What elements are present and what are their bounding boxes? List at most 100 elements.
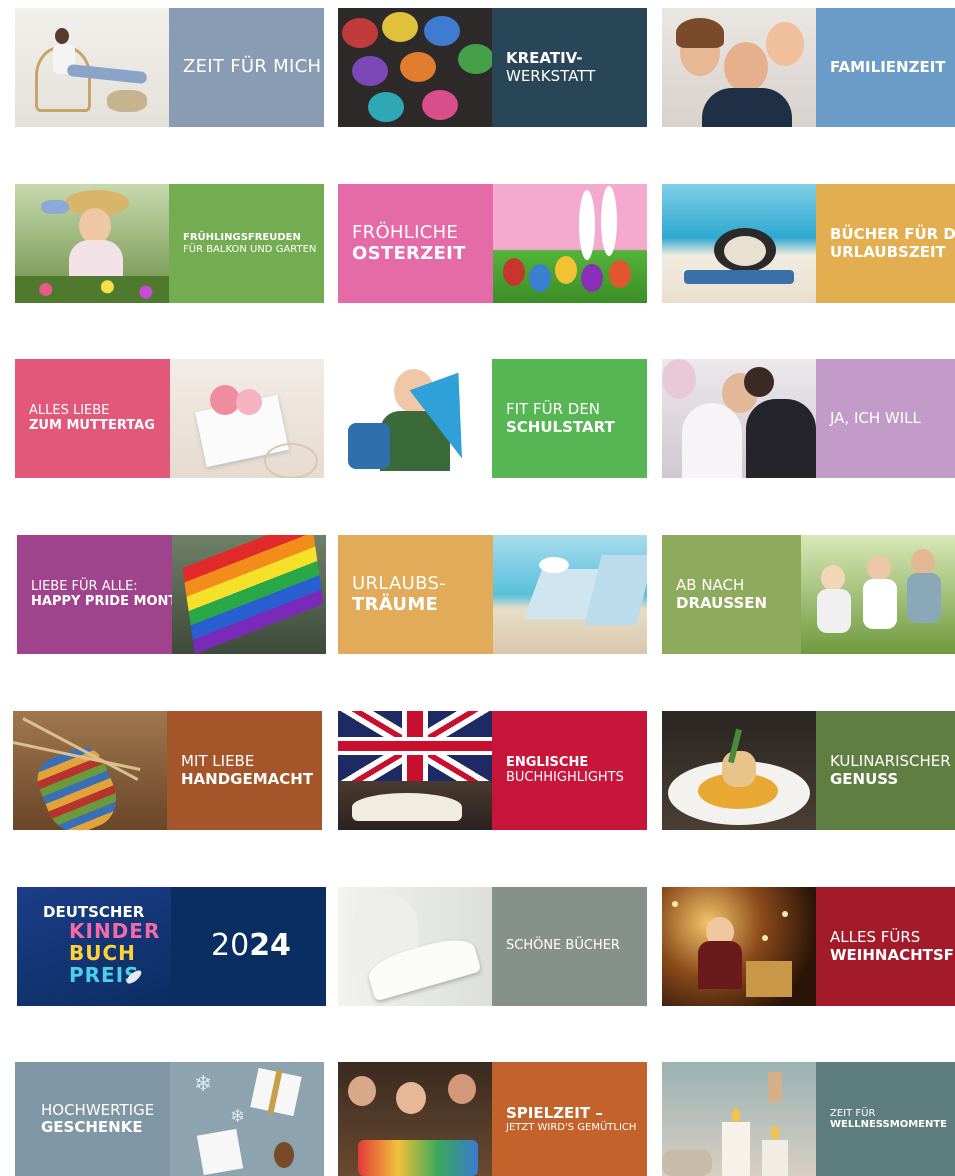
tile-label-line: ALLES FÜRS xyxy=(830,928,921,947)
tile-familienzeit[interactable]: FAMILIENZEIT xyxy=(662,8,955,127)
tile-handgemacht[interactable]: MIT LIEBE HANDGEMACHT xyxy=(13,711,322,830)
tile-label-line: FRÜHLINGSFREUDEN xyxy=(183,232,301,243)
tile-label-line: BÜCHER FÜR DIE xyxy=(830,225,955,244)
tile-label-line: TRÄUME xyxy=(352,593,439,615)
tile-spielzeit[interactable]: SPIELZEIT – JETZT WIRD'S GEMÜTLICH xyxy=(338,1062,647,1176)
tile-kreativ-werkstatt[interactable]: KREATIV- WERKSTATT xyxy=(338,8,647,127)
photo-candles xyxy=(662,1062,816,1176)
logo-line-3: BUCH xyxy=(69,941,136,965)
tile-schulstart[interactable]: FIT FÜR DEN SCHULSTART xyxy=(338,359,647,478)
tile-label-line: URLAUBS- xyxy=(352,572,446,594)
tile-text: BÜCHER FÜR DIEURLAUBSZEIT xyxy=(816,184,955,303)
tile-label-line: URLAUBSZEIT xyxy=(830,242,946,261)
tile-schoene-buecher[interactable]: SCHÖNE BÜCHER xyxy=(338,887,647,1006)
tile-ab-nach-draussen[interactable]: AB NACH DRAUSSEN xyxy=(662,535,955,654)
photo-family xyxy=(662,8,816,127)
tile-label-line: SCHULSTART xyxy=(506,417,615,436)
year-suffix: 24 xyxy=(249,928,291,964)
tile-hochwertige-geschenke[interactable]: HOCHWERTIGE GESCHENKE ❄ ❄ xyxy=(15,1062,324,1176)
tile-label-line: SCHÖNE BÜCHER xyxy=(506,938,620,954)
photo-knitting xyxy=(13,711,167,830)
tile-label-line: FIT FÜR DEN xyxy=(506,400,601,419)
tile-label-line: ALLES LIEBE xyxy=(29,402,110,418)
photo-gift-flowers xyxy=(170,359,324,478)
photo-family-running xyxy=(801,535,955,654)
tile-label-line: HAPPY PRIDE MONTH xyxy=(31,593,172,609)
tile-label-line: WERKSTATT xyxy=(506,66,596,85)
tile-kulinarischer-genuss[interactable]: KULINARISCHER GENUSS xyxy=(662,711,955,830)
tile-text: KREATIV- WERKSTATT xyxy=(492,8,647,127)
tile-label-line: DRAUSSEN xyxy=(676,593,768,612)
tile-text: ZEIT FÜR MICH xyxy=(169,8,324,127)
tile-text: SPIELZEIT – JETZT WIRD'S GEMÜTLICH xyxy=(492,1062,647,1176)
tile-weihnachtsfest[interactable]: ALLES FÜRSWEIHNACHTSFEST xyxy=(662,887,955,1006)
tile-text: HOCHWERTIGE GESCHENKE xyxy=(15,1062,170,1176)
tile-text: URLAUBS- TRÄUME xyxy=(338,535,493,654)
tile-label-line: ENGLISCHE xyxy=(506,754,589,770)
logo-line-1: DEUTSCHER xyxy=(43,903,145,921)
photo-rainbow-flag xyxy=(172,535,326,654)
tile-label-line: ZEIT FÜR MICH xyxy=(183,56,322,78)
snowflake-icon: ❄ xyxy=(194,1072,213,1097)
tile-froehliche-osterzeit[interactable]: FRÖHLICHE OSTERZEIT xyxy=(338,184,647,303)
tile-label-line: OSTERZEIT xyxy=(352,242,466,264)
photo-woman-relaxing xyxy=(15,8,169,127)
photo-beach-reading xyxy=(662,184,816,303)
tile-label-line: WEIHNACHTSFEST xyxy=(830,945,955,964)
tile-label-line: ZEIT FÜR xyxy=(830,1107,876,1119)
photo-uk-flag-book xyxy=(338,711,492,830)
photo-friends-playing xyxy=(338,1062,492,1176)
tile-label-line: LIEBE FÜR ALLE: xyxy=(31,578,138,594)
tile-label-line: WELLNESSMOMENTE xyxy=(830,1119,948,1130)
tile-text: FAMILIENZEIT xyxy=(816,8,955,127)
logo-line-2: KINDER xyxy=(69,919,161,943)
tile-text: ALLES FÜRSWEIHNACHTSFEST xyxy=(816,887,955,1006)
tile-text: KULINARISCHER GENUSS xyxy=(816,711,955,830)
tile-label-line: GESCHENKE xyxy=(41,1118,143,1136)
snowflake-icon: ❄ xyxy=(230,1106,246,1127)
tile-fruehlingsfreuden[interactable]: FRÜHLINGSFREUDEN FÜR BALKON UND GARTEN xyxy=(15,184,324,303)
tile-label-line: GENUSS xyxy=(830,769,899,788)
tile-englische-buchhighlights[interactable]: ENGLISCHE BUCHHIGHLIGHTS xyxy=(338,711,647,830)
tile-muttertag[interactable]: ALLES LIEBE ZUM MUTTERTAG xyxy=(15,359,324,478)
tile-label-line: BUCHHIGHLIGHTS xyxy=(506,769,624,785)
photo-wedding-couple xyxy=(662,359,816,478)
tile-urlaubstraeume[interactable]: URLAUBS- TRÄUME xyxy=(338,535,647,654)
tile-kinderbuchpreis[interactable]: DEUTSCHER KINDER BUCH PREIS 2024 xyxy=(17,887,326,1006)
tile-ja-ich-will[interactable]: JA, ICH WILL xyxy=(662,359,955,478)
photo-beach-chairs xyxy=(493,535,647,654)
tile-label-line: HANDGEMACHT xyxy=(181,769,314,788)
tile-pride-month[interactable]: LIEBE FÜR ALLE:HAPPY PRIDE MONTH xyxy=(17,535,326,654)
year-prefix: 20 xyxy=(211,928,250,964)
tile-buecher-urlaubszeit[interactable]: BÜCHER FÜR DIEURLAUBSZEIT xyxy=(662,184,955,303)
tile-label-line: FRÖHLICHE xyxy=(352,221,459,243)
tile-text: LIEBE FÜR ALLE:HAPPY PRIDE MONTH xyxy=(17,535,172,654)
tile-text: ZEIT FÜR WELLNESSMOMENTE xyxy=(816,1062,955,1176)
tile-zeit-fuer-mich[interactable]: ZEIT FÜR MICH xyxy=(15,8,324,127)
tile-label-line: AB NACH xyxy=(676,576,745,595)
tile-label-line: KREATIV- xyxy=(506,49,583,68)
tile-label-line: KULINARISCHER xyxy=(830,752,951,771)
tile-text: AB NACH DRAUSSEN xyxy=(662,535,801,654)
photo-gift-boxes: ❄ ❄ xyxy=(170,1062,324,1176)
tile-label-line: FAMILIENZEIT xyxy=(830,57,946,76)
tile-label-line: JA, ICH WILL xyxy=(830,408,921,427)
tile-text: ENGLISCHE BUCHHIGHLIGHTS xyxy=(492,711,647,830)
kinderbuchpreis-logo: DEUTSCHER KINDER BUCH PREIS xyxy=(17,887,171,1006)
tile-label-line: JETZT WIRD'S GEMÜTLICH xyxy=(506,1121,637,1133)
tile-text: FRÖHLICHE OSTERZEIT xyxy=(338,184,493,303)
tile-text: FRÜHLINGSFREUDEN FÜR BALKON UND GARTEN xyxy=(169,184,324,303)
photo-paint-cans xyxy=(338,8,492,127)
tile-text: ALLES LIEBE ZUM MUTTERTAG xyxy=(15,359,170,478)
tile-text: MIT LIEBE HANDGEMACHT xyxy=(167,711,322,830)
photo-christmas-lights xyxy=(662,887,816,1006)
tile-text: JA, ICH WILL xyxy=(816,359,955,478)
tile-label-line: ZUM MUTTERTAG xyxy=(29,417,155,433)
photo-woman-gardening xyxy=(15,184,169,303)
photo-easter-eggs xyxy=(493,184,647,303)
tile-text: SCHÖNE BÜCHER xyxy=(492,887,647,1006)
tile-text: 2024 xyxy=(171,887,326,1006)
tile-wellnessmomente[interactable]: ZEIT FÜR WELLNESSMOMENTE xyxy=(662,1062,955,1176)
tile-label-line: SPIELZEIT – xyxy=(506,1103,603,1122)
tile-text: FIT FÜR DEN SCHULSTART xyxy=(492,359,647,478)
